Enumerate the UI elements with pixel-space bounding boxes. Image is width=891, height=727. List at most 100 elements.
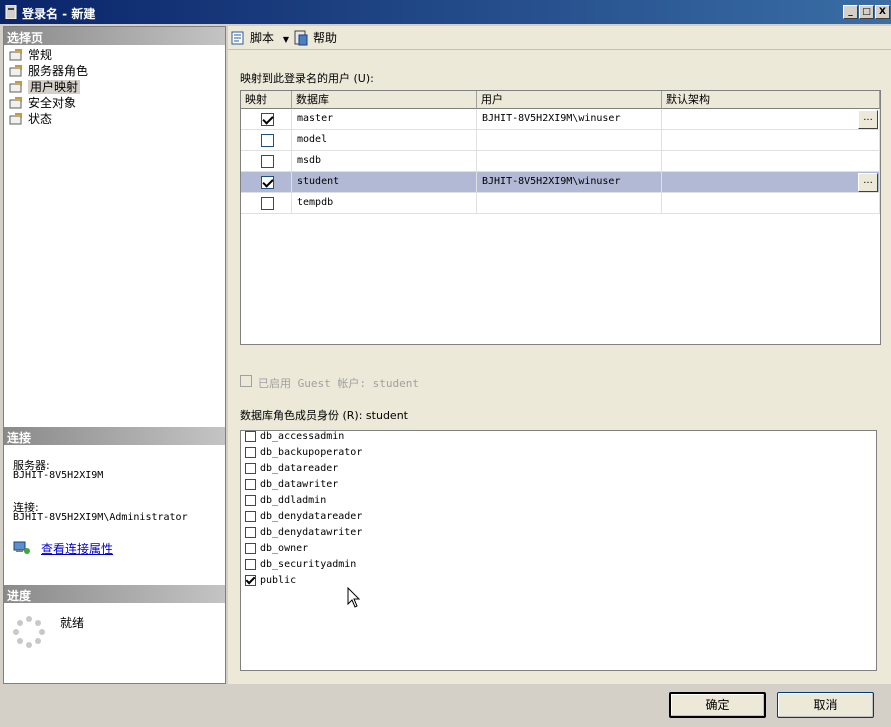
mapped-cell[interactable] [241,193,292,214]
schema-cell[interactable] [662,193,880,214]
table-row[interactable]: model [241,130,880,151]
schema-cell[interactable] [662,130,880,151]
table-row[interactable]: student BJHIT-8V5H2XI9M\winuser... [241,172,880,193]
title-bar: 登录名 - 新建 _ □ X [0,0,891,24]
ok-button[interactable]: 确定 [669,692,766,718]
schema-cell[interactable] [662,172,880,193]
page-icon [9,81,22,93]
role-name: db_datawriter [260,479,339,490]
script-button[interactable]: 脚本 ▼ [230,29,289,47]
maximize-button[interactable]: □ [859,5,874,19]
column-header-default-schema[interactable]: 默认架构 [662,91,880,109]
help-icon [294,30,308,46]
role-checkbox[interactable] [245,495,256,506]
database-role-list: db_accessadmin db_backupoperator db_datare… [240,430,877,671]
minimize-button[interactable]: _ [843,5,858,19]
page-icon [9,97,22,109]
column-header-user[interactable]: 用户 [477,91,662,109]
chevron-down-icon[interactable]: ▼ [283,35,289,44]
role-name: db_datareader [260,463,339,474]
map-checkbox[interactable] [261,197,274,210]
mapped-cell[interactable] [241,109,292,130]
page-item-label: 常规 [28,48,53,62]
mouse-cursor-icon [347,587,361,608]
roles-label: 数据库角色成员身份 (R): student [240,409,408,422]
page-item[interactable]: 服务器角色 [6,63,186,79]
role-item[interactable]: public [245,573,296,589]
map-checkbox[interactable] [261,155,274,168]
role-checkbox[interactable] [245,431,256,442]
browse-schema-button[interactable]: ... [858,110,878,129]
role-checkbox[interactable] [245,463,256,474]
role-checkbox[interactable] [245,527,256,538]
role-checkbox[interactable] [245,575,256,586]
toolbar: 脚本 ▼ 帮助 [228,26,891,50]
map-checkbox[interactable] [261,134,274,147]
map-checkbox[interactable] [261,113,274,126]
cancel-button[interactable]: 取消 [777,692,874,718]
schema-cell[interactable] [662,151,880,172]
table-row[interactable]: master BJHIT-8V5H2XI9M\winuser... [241,109,880,130]
database-cell: tempdb [292,193,477,214]
script-label: 脚本 [250,31,275,45]
role-checkbox[interactable] [245,447,256,458]
mapped-cell[interactable] [241,172,292,193]
help-label: 帮助 [313,31,338,45]
page-item[interactable]: 状态 [6,111,186,127]
page-item-label: 服务器角色 [28,64,89,78]
table-row[interactable]: msdb [241,151,880,172]
close-button[interactable]: X [875,5,890,19]
page-item-label: 状态 [28,112,53,126]
app-icon [5,5,17,19]
connection-header: 连接 [4,427,225,445]
role-checkbox[interactable] [245,479,256,490]
page-icon [9,113,22,125]
role-checkbox[interactable] [245,511,256,522]
user-cell[interactable] [477,151,662,172]
role-item[interactable]: db_denydatareader [245,509,362,525]
connection-value: BJHIT-8V5H2XI9M\Administrator [13,512,188,523]
table-row[interactable]: tempdb [241,193,880,214]
connection-properties-icon [13,541,30,554]
view-connection-properties-link[interactable]: 查看连接属性 [41,540,113,557]
role-name: db_owner [260,543,309,554]
script-icon [231,31,244,45]
right-pane: 脚本 ▼ 帮助 映射到此登录名的用户 (U): 映射 数据库 用户 默认架构 m… [228,26,891,684]
progress-spinner-icon [13,616,45,648]
database-cell: msdb [292,151,477,172]
role-checkbox[interactable] [245,543,256,554]
mapped-cell[interactable] [241,130,292,151]
role-item[interactable]: db_accessadmin [245,429,344,445]
page-item[interactable]: 常规 [6,47,186,63]
map-checkbox[interactable] [261,176,274,189]
role-item[interactable]: db_securityadmin [245,557,356,573]
role-item[interactable]: db_datawriter [245,477,338,493]
user-cell[interactable]: BJHIT-8V5H2XI9M\winuser [477,109,662,130]
page-icon [9,49,22,61]
guest-label: 已启用 Guest 帐户: student [258,377,419,390]
role-item[interactable]: db_ddladmin [245,493,326,509]
role-item[interactable]: db_backupoperator [245,445,362,461]
role-item[interactable]: db_datareader [245,461,338,477]
role-item[interactable]: db_owner [245,541,308,557]
role-name: db_ddladmin [260,495,327,506]
column-header-database[interactable]: 数据库 [292,91,477,109]
mapped-cell[interactable] [241,151,292,172]
page-icon [9,65,22,77]
schema-cell[interactable] [662,109,880,130]
progress-header: 进度 [4,585,225,603]
guest-checkbox[interactable] [240,375,252,387]
role-item[interactable]: db_denydatawriter [245,525,362,541]
page-item-label: 用户映射 [28,80,81,94]
column-header-mapped[interactable]: 映射 [241,91,292,109]
user-cell[interactable]: BJHIT-8V5H2XI9M\winuser [477,172,662,193]
browse-schema-button[interactable]: ... [858,173,878,192]
page-item[interactable]: 安全对象 [6,95,186,111]
page-item[interactable]: 用户映射 [6,79,186,95]
role-checkbox[interactable] [245,559,256,570]
user-cell[interactable] [477,130,662,151]
user-cell[interactable] [477,193,662,214]
progress-status: 就绪 [60,616,85,630]
help-button[interactable]: 帮助 [293,29,337,47]
role-name: db_securityadmin [260,559,357,570]
